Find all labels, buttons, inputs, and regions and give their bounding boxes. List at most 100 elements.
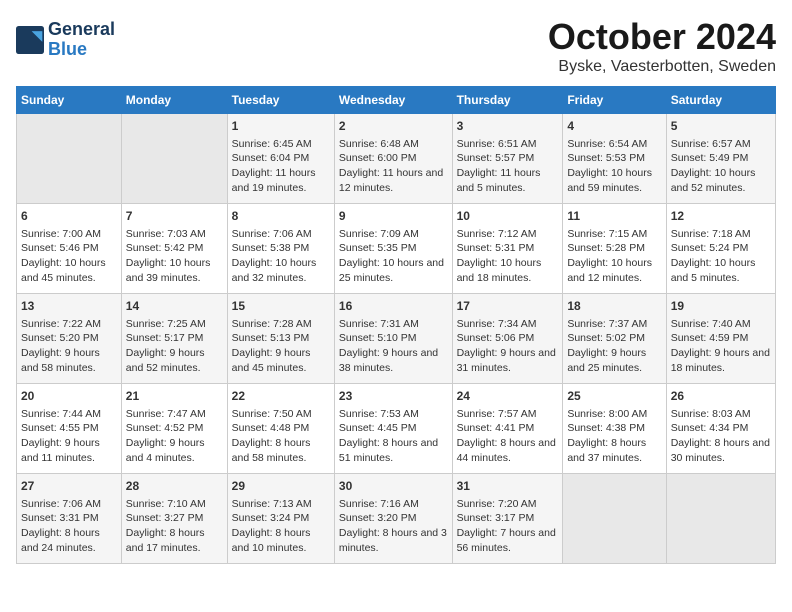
day-number: 11 <box>567 208 661 225</box>
daylight-text: Daylight: 9 hours and 4 minutes. <box>126 436 223 465</box>
day-number: 12 <box>671 208 771 225</box>
daylight-text: Daylight: 8 hours and 37 minutes. <box>567 436 661 465</box>
calendar-cell <box>17 114 122 204</box>
sunrise-text: Sunrise: 6:57 AM <box>671 137 771 152</box>
sunset-text: Sunset: 5:31 PM <box>457 241 559 256</box>
daylight-text: Daylight: 9 hours and 18 minutes. <box>671 346 771 375</box>
sunset-text: Sunset: 3:17 PM <box>457 511 559 526</box>
sunset-text: Sunset: 5:02 PM <box>567 331 661 346</box>
calendar-cell: 10Sunrise: 7:12 AMSunset: 5:31 PMDayligh… <box>452 204 563 294</box>
cell-content: 9Sunrise: 7:09 AMSunset: 5:35 PMDaylight… <box>339 208 448 286</box>
calendar-cell: 16Sunrise: 7:31 AMSunset: 5:10 PMDayligh… <box>334 294 452 384</box>
daylight-text: Daylight: 10 hours and 5 minutes. <box>671 256 771 285</box>
calendar-cell <box>666 474 775 564</box>
sunrise-text: Sunrise: 7:09 AM <box>339 227 448 242</box>
cell-content: 20Sunrise: 7:44 AMSunset: 4:55 PMDayligh… <box>21 388 117 466</box>
calendar-cell: 4Sunrise: 6:54 AMSunset: 5:53 PMDaylight… <box>563 114 666 204</box>
day-number: 25 <box>567 388 661 405</box>
sunset-text: Sunset: 6:04 PM <box>232 151 330 166</box>
calendar-cell: 5Sunrise: 6:57 AMSunset: 5:49 PMDaylight… <box>666 114 775 204</box>
header-saturday: Saturday <box>666 87 775 114</box>
day-number: 23 <box>339 388 448 405</box>
daylight-text: Daylight: 10 hours and 18 minutes. <box>457 256 559 285</box>
calendar-cell: 6Sunrise: 7:00 AMSunset: 5:46 PMDaylight… <box>17 204 122 294</box>
sunset-text: Sunset: 5:24 PM <box>671 241 771 256</box>
day-number: 19 <box>671 298 771 315</box>
logo-general: General <box>48 19 115 39</box>
logo-icon <box>16 26 44 54</box>
sunrise-text: Sunrise: 7:57 AM <box>457 407 559 422</box>
calendar-cell: 17Sunrise: 7:34 AMSunset: 5:06 PMDayligh… <box>452 294 563 384</box>
sunset-text: Sunset: 5:28 PM <box>567 241 661 256</box>
daylight-text: Daylight: 9 hours and 31 minutes. <box>457 346 559 375</box>
daylight-text: Daylight: 8 hours and 17 minutes. <box>126 526 223 555</box>
daylight-text: Daylight: 10 hours and 32 minutes. <box>232 256 330 285</box>
cell-content: 8Sunrise: 7:06 AMSunset: 5:38 PMDaylight… <box>232 208 330 286</box>
daylight-text: Daylight: 8 hours and 3 minutes. <box>339 526 448 555</box>
calendar-week-row: 6Sunrise: 7:00 AMSunset: 5:46 PMDaylight… <box>17 204 776 294</box>
calendar-cell: 28Sunrise: 7:10 AMSunset: 3:27 PMDayligh… <box>121 474 227 564</box>
calendar-week-row: 20Sunrise: 7:44 AMSunset: 4:55 PMDayligh… <box>17 384 776 474</box>
day-number: 30 <box>339 478 448 495</box>
sunrise-text: Sunrise: 7:50 AM <box>232 407 330 422</box>
day-number: 13 <box>21 298 117 315</box>
cell-content: 19Sunrise: 7:40 AMSunset: 4:59 PMDayligh… <box>671 298 771 376</box>
header-tuesday: Tuesday <box>227 87 334 114</box>
cell-content: 5Sunrise: 6:57 AMSunset: 5:49 PMDaylight… <box>671 118 771 196</box>
calendar-cell: 18Sunrise: 7:37 AMSunset: 5:02 PMDayligh… <box>563 294 666 384</box>
sunset-text: Sunset: 5:17 PM <box>126 331 223 346</box>
daylight-text: Daylight: 10 hours and 25 minutes. <box>339 256 448 285</box>
sunset-text: Sunset: 5:38 PM <box>232 241 330 256</box>
sunset-text: Sunset: 4:52 PM <box>126 421 223 436</box>
daylight-text: Daylight: 11 hours and 19 minutes. <box>232 166 330 195</box>
day-number: 20 <box>21 388 117 405</box>
daylight-text: Daylight: 10 hours and 59 minutes. <box>567 166 661 195</box>
daylight-text: Daylight: 8 hours and 30 minutes. <box>671 436 771 465</box>
daylight-text: Daylight: 8 hours and 44 minutes. <box>457 436 559 465</box>
calendar-cell: 25Sunrise: 8:00 AMSunset: 4:38 PMDayligh… <box>563 384 666 474</box>
day-number: 14 <box>126 298 223 315</box>
daylight-text: Daylight: 9 hours and 11 minutes. <box>21 436 117 465</box>
calendar-cell: 20Sunrise: 7:44 AMSunset: 4:55 PMDayligh… <box>17 384 122 474</box>
day-number: 29 <box>232 478 330 495</box>
day-number: 26 <box>671 388 771 405</box>
sunset-text: Sunset: 4:45 PM <box>339 421 448 436</box>
daylight-text: Daylight: 9 hours and 45 minutes. <box>232 346 330 375</box>
calendar-cell: 27Sunrise: 7:06 AMSunset: 3:31 PMDayligh… <box>17 474 122 564</box>
daylight-text: Daylight: 10 hours and 52 minutes. <box>671 166 771 195</box>
sunset-text: Sunset: 3:20 PM <box>339 511 448 526</box>
calendar-cell: 2Sunrise: 6:48 AMSunset: 6:00 PMDaylight… <box>334 114 452 204</box>
sunrise-text: Sunrise: 7:47 AM <box>126 407 223 422</box>
day-number: 10 <box>457 208 559 225</box>
sunset-text: Sunset: 5:35 PM <box>339 241 448 256</box>
day-number: 1 <box>232 118 330 135</box>
sunset-text: Sunset: 4:59 PM <box>671 331 771 346</box>
logo: General Blue <box>16 20 115 60</box>
sunset-text: Sunset: 5:57 PM <box>457 151 559 166</box>
daylight-text: Daylight: 9 hours and 38 minutes. <box>339 346 448 375</box>
sunrise-text: Sunrise: 7:44 AM <box>21 407 117 422</box>
cell-content: 28Sunrise: 7:10 AMSunset: 3:27 PMDayligh… <box>126 478 223 556</box>
cell-content: 21Sunrise: 7:47 AMSunset: 4:52 PMDayligh… <box>126 388 223 466</box>
day-number: 7 <box>126 208 223 225</box>
day-number: 2 <box>339 118 448 135</box>
daylight-text: Daylight: 8 hours and 10 minutes. <box>232 526 330 555</box>
daylight-text: Daylight: 10 hours and 45 minutes. <box>21 256 117 285</box>
header: General Blue October 2024 Byske, Vaester… <box>16 16 776 76</box>
day-number: 17 <box>457 298 559 315</box>
sunset-text: Sunset: 5:10 PM <box>339 331 448 346</box>
day-number: 4 <box>567 118 661 135</box>
calendar-cell: 29Sunrise: 7:13 AMSunset: 3:24 PMDayligh… <box>227 474 334 564</box>
cell-content: 25Sunrise: 8:00 AMSunset: 4:38 PMDayligh… <box>567 388 661 466</box>
sunset-text: Sunset: 5:53 PM <box>567 151 661 166</box>
calendar-cell: 3Sunrise: 6:51 AMSunset: 5:57 PMDaylight… <box>452 114 563 204</box>
sunset-text: Sunset: 4:41 PM <box>457 421 559 436</box>
main-title: October 2024 <box>548 16 776 58</box>
header-sunday: Sunday <box>17 87 122 114</box>
calendar-cell <box>121 114 227 204</box>
sunset-text: Sunset: 4:34 PM <box>671 421 771 436</box>
day-number: 15 <box>232 298 330 315</box>
cell-content: 14Sunrise: 7:25 AMSunset: 5:17 PMDayligh… <box>126 298 223 376</box>
calendar-week-row: 1Sunrise: 6:45 AMSunset: 6:04 PMDaylight… <box>17 114 776 204</box>
calendar-cell: 14Sunrise: 7:25 AMSunset: 5:17 PMDayligh… <box>121 294 227 384</box>
